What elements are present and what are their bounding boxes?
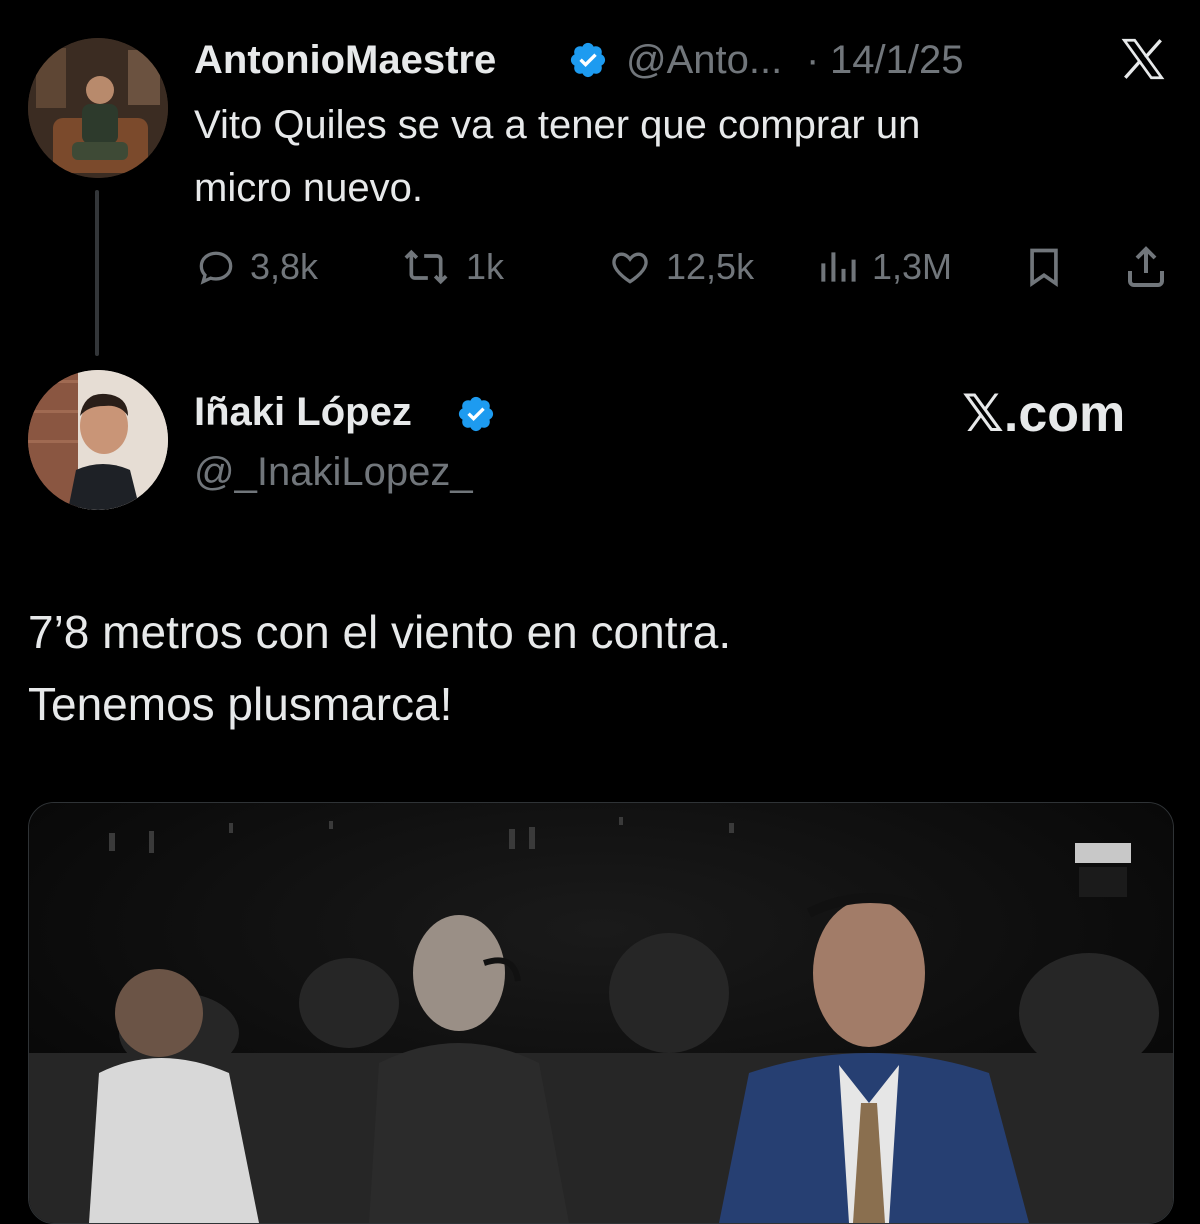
tweet-text-line-2: micro nuevo. (194, 166, 423, 210)
like-button[interactable]: 12,5k (606, 242, 754, 292)
repost-button[interactable]: 1k (398, 242, 504, 292)
like-count: 12,5k (666, 246, 755, 287)
reply-icon (199, 251, 233, 285)
display-name[interactable]: AntonioMaestre (194, 38, 496, 83)
bookmark-button[interactable] (1022, 242, 1066, 292)
avatar-image (28, 370, 168, 510)
views-icon (821, 252, 856, 282)
video-frame-image (29, 803, 1173, 1223)
quoted-tweet-text: 7’8 metros con el viento en contra. Tene… (28, 596, 731, 740)
thread-connector (95, 190, 99, 356)
tweet-text-line-1: Vito Quiles se va a tener que comprar un (194, 103, 921, 147)
avatar-inakilopez[interactable] (28, 370, 168, 510)
views-count: 1,3M (872, 246, 953, 287)
quoted-handle[interactable]: @_InakiLopez_ (194, 450, 473, 495)
x-com-watermark: 𝕏.com (962, 385, 1126, 443)
repost-icon (404, 249, 448, 285)
bookmark-icon (1030, 248, 1058, 287)
quoted-text-line-2: Tenemos plusmarca! (28, 678, 453, 730)
share-icon (1128, 246, 1164, 287)
views-button[interactable]: 1,3M (816, 242, 952, 292)
like-icon (612, 252, 648, 284)
share-button[interactable] (1122, 242, 1170, 292)
reply-count: 3,8k (250, 246, 319, 287)
x-logo-icon (1121, 38, 1165, 80)
media-preview[interactable] (28, 802, 1174, 1224)
tweet-date[interactable]: 14/1/25 (830, 38, 963, 83)
verified-badge-icon (570, 42, 606, 78)
handle[interactable]: @Anto... (626, 38, 782, 83)
verified-badge-icon (458, 396, 494, 432)
quoted-display-name[interactable]: Iñaki López (194, 390, 412, 435)
quoted-text-line-1: 7’8 metros con el viento en contra. (28, 606, 732, 658)
avatar-image (28, 38, 168, 178)
date-separator: · (806, 38, 820, 82)
repost-count: 1k (466, 246, 505, 287)
avatar-antoniomaestre[interactable] (28, 38, 168, 178)
reply-button[interactable]: 3,8k (194, 242, 318, 292)
